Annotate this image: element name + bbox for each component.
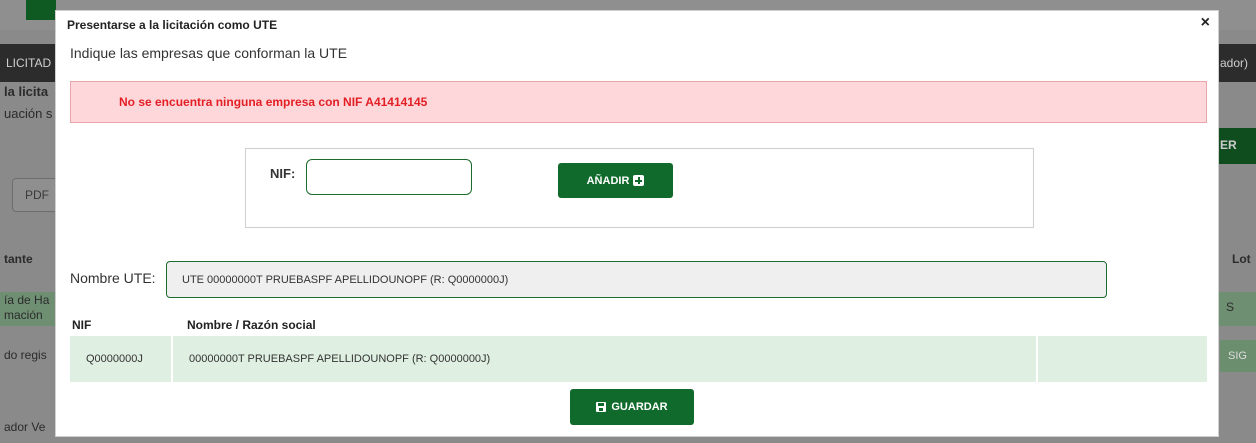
nav-user: ador) [1219, 56, 1248, 70]
bg-row2: do regis [4, 348, 47, 362]
bg-row2-button: SIG [1220, 340, 1256, 372]
error-alert: No se encuentra ninguna empresa con NIF … [70, 81, 1207, 123]
close-icon[interactable]: × [1201, 14, 1210, 32]
table-header-nif: NIF [72, 318, 92, 332]
logo [26, 0, 56, 20]
ute-name-field[interactable]: UTE 00000000T PRUEBASPF APELLIDOUNOPF (R… [166, 261, 1107, 298]
modal-subtitle: Indique las empresas que conforman la UT… [70, 45, 348, 61]
bg-action-button: ER [1216, 128, 1256, 164]
bg-col-left: tante [4, 252, 33, 266]
bg-col-right: Lot [1232, 252, 1251, 266]
bg-subheading: uación s [4, 106, 53, 121]
column-divider [1036, 336, 1038, 382]
ute-name-label: Nombre UTE: [70, 270, 156, 286]
bg-heading: la licita [4, 84, 49, 99]
save-button[interactable]: GUARDAR [570, 389, 694, 425]
column-divider [171, 336, 173, 382]
table-header-name: Nombre / Razón social [187, 318, 316, 332]
bg-row1a: ía de Ha [4, 293, 50, 307]
table-cell-name: 00000000T PRUEBASPF APELLIDOUNOPF (R: Q0… [189, 353, 491, 365]
nav-item-licitaciones: LICITAD [6, 56, 52, 70]
add-button-label: AÑADIR [586, 174, 630, 187]
plus-square-icon [633, 175, 645, 186]
bg-footer: ador Ve [4, 420, 46, 434]
bg-row1b: mación [4, 308, 43, 322]
table-cell-nif: Q0000000J [86, 353, 143, 365]
nif-form: NIF: AÑADIR [245, 148, 1034, 228]
save-button-label: GUARDAR [611, 401, 668, 413]
alert-message: No se encuentra ninguna empresa con NIF … [119, 95, 428, 109]
modal-title: Presentarse a la licitación como UTE [67, 18, 278, 32]
add-button[interactable]: AÑADIR [558, 163, 673, 198]
nif-input[interactable] [306, 159, 472, 195]
nif-label: NIF: [270, 166, 296, 181]
bg-row1-right: S [1226, 300, 1235, 314]
save-icon [596, 402, 607, 412]
ute-modal: Presentarse a la licitación como UTE × I… [55, 10, 1219, 437]
